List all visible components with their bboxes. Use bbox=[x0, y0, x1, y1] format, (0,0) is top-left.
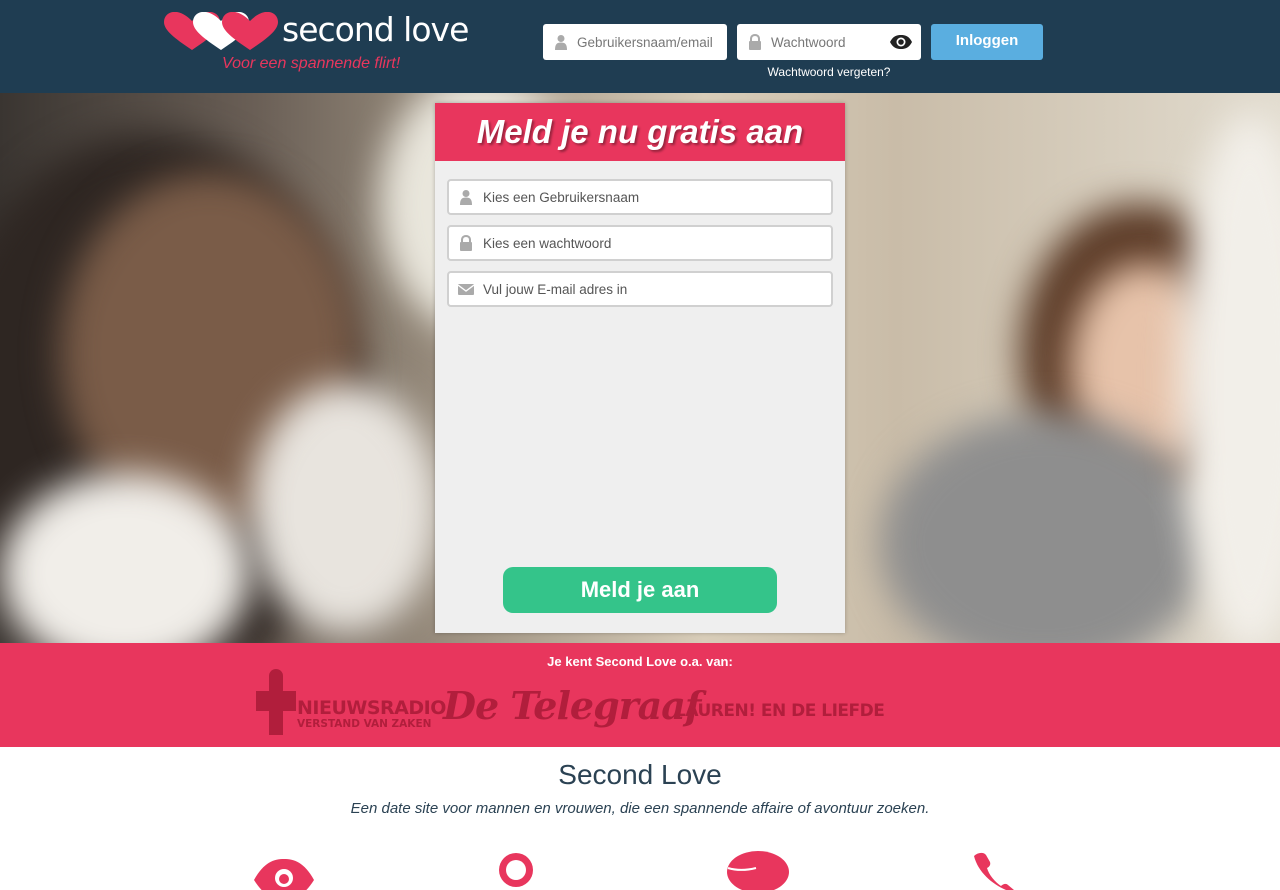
envelope-icon bbox=[458, 284, 474, 295]
signup-submit-button[interactable]: Meld je aan bbox=[503, 567, 777, 613]
chat-icon bbox=[727, 851, 789, 890]
login-button[interactable]: Inloggen bbox=[931, 24, 1043, 60]
user-icon bbox=[460, 190, 472, 205]
nieuwsradio-microphone-icon bbox=[256, 669, 296, 735]
hearts-logo-icon bbox=[164, 12, 278, 50]
search-icon bbox=[499, 853, 533, 887]
lock-icon bbox=[749, 34, 761, 50]
eye-icon bbox=[254, 859, 314, 890]
forgot-password-link[interactable]: Wachtwoord vergeten? bbox=[737, 65, 921, 79]
signup-header: Meld je nu gratis aan bbox=[435, 103, 845, 161]
site-logo[interactable]: second love Voor een spannende flirt! bbox=[164, 10, 474, 82]
intro-subtitle: Een date site voor mannen en vrouwen, di… bbox=[350, 800, 930, 817]
site-header: second love Voor een spannende flirt! In… bbox=[0, 0, 1280, 93]
signup-card: Meld je nu gratis aan Meld je aan bbox=[435, 103, 845, 633]
intro-title: Second Love bbox=[558, 759, 722, 790]
lauren-logo: LAUREN! EN DE LIEFDE bbox=[675, 701, 885, 721]
hero-bg-shape bbox=[250, 383, 440, 633]
logo-text: second love bbox=[282, 10, 469, 49]
tagline: Voor een spannende flirt! bbox=[222, 55, 401, 72]
signup-email-input[interactable] bbox=[483, 273, 813, 305]
signup-username-field bbox=[447, 179, 833, 215]
telegraaf-logo: De Telegraaf bbox=[443, 683, 701, 728]
show-password-eye-icon[interactable] bbox=[889, 34, 913, 50]
lock-icon bbox=[460, 235, 472, 251]
password-input[interactable] bbox=[771, 24, 881, 60]
user-icon bbox=[555, 35, 567, 50]
nieuwsradio-logo: NIEUWSRADIO bbox=[297, 697, 446, 719]
username-field bbox=[543, 24, 727, 60]
signup-title: Meld je nu gratis aan bbox=[476, 113, 804, 150]
username-input[interactable] bbox=[577, 24, 727, 60]
signup-password-input[interactable] bbox=[483, 227, 813, 259]
signup-username-input[interactable] bbox=[483, 181, 813, 213]
nieuwsradio-tagline: VERSTAND VAN ZAKEN bbox=[297, 718, 432, 730]
signup-password-field bbox=[447, 225, 833, 261]
signup-email-field bbox=[447, 271, 833, 307]
phone-icon bbox=[974, 852, 1014, 890]
press-title: Je kent Second Love o.a. van: bbox=[547, 654, 733, 669]
password-field bbox=[737, 24, 921, 60]
